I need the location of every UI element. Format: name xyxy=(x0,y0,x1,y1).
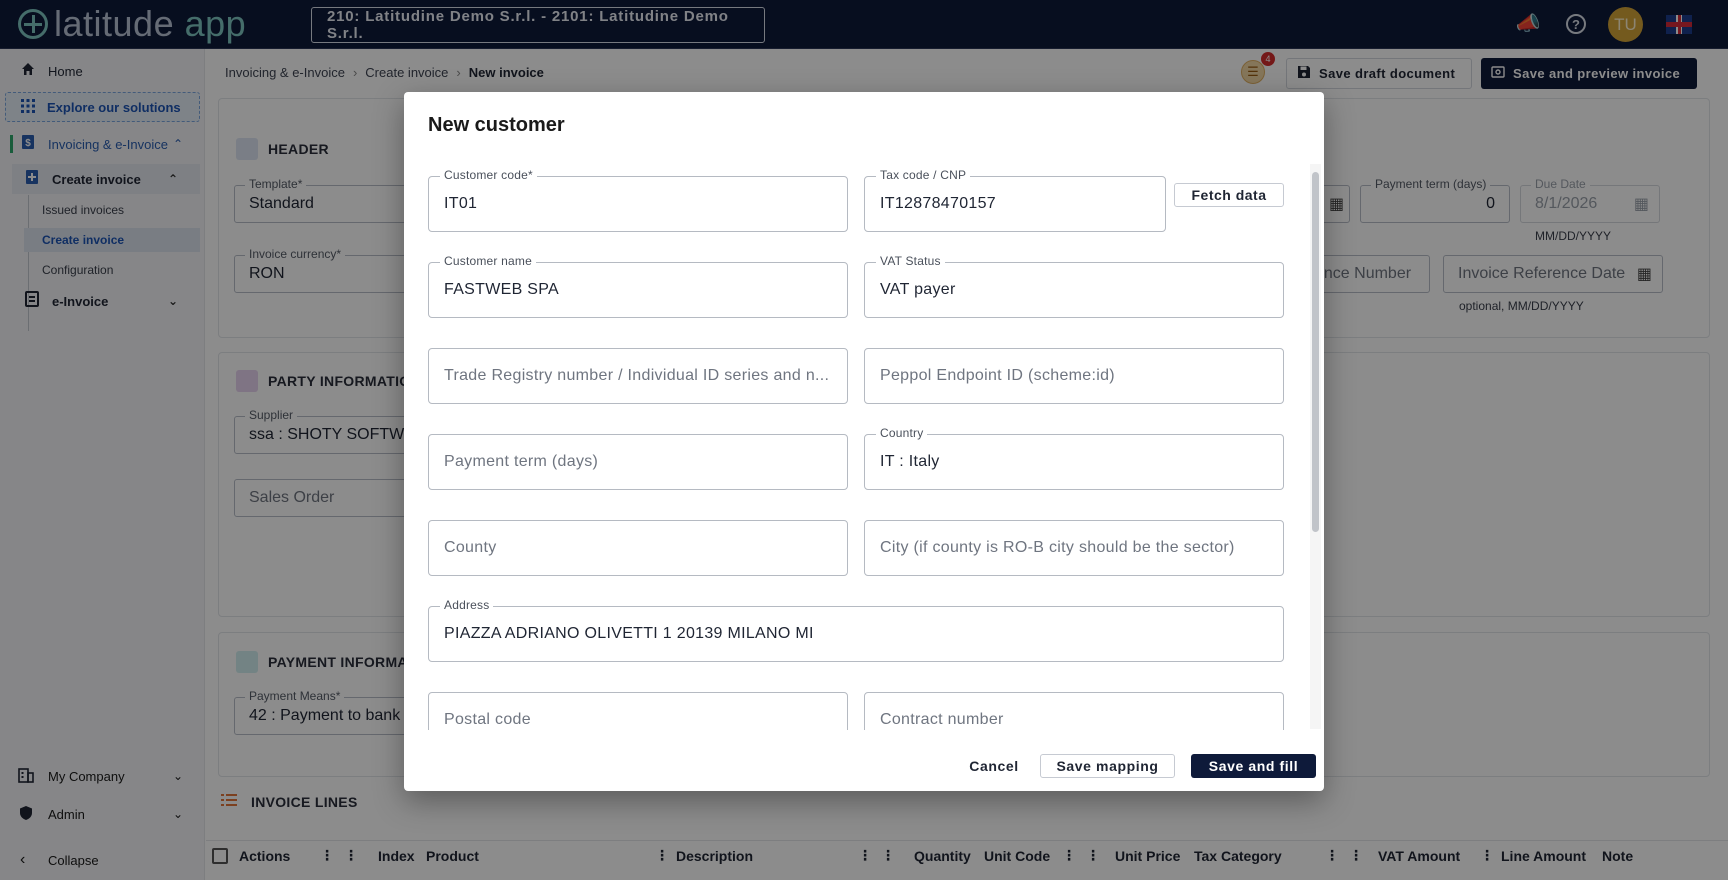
contract-number-placeholder: Contract number xyxy=(880,711,1004,728)
customer-name-value: FASTWEB SPA xyxy=(444,281,560,298)
trade-registry-field[interactable]: Trade Registry number / Individual ID se… xyxy=(428,348,848,404)
vat-status-value: VAT payer xyxy=(880,281,956,298)
peppol-endpoint-placeholder: Peppol Endpoint ID (scheme:id) xyxy=(880,367,1115,384)
customer-code-label: Customer code* xyxy=(440,168,537,182)
peppol-endpoint-field[interactable]: Peppol Endpoint ID (scheme:id) xyxy=(864,348,1284,404)
customer-code-value: IT01 xyxy=(444,195,478,212)
customer-name-field[interactable]: Customer name FASTWEB SPA xyxy=(428,254,848,318)
city-field[interactable]: City (if county is RO-B city should be t… xyxy=(864,520,1284,576)
customer-code-field[interactable]: Customer code* IT01 xyxy=(428,168,848,232)
postal-code-placeholder: Postal code xyxy=(444,711,531,728)
tax-code-label: Tax code / CNP xyxy=(876,168,971,182)
country-field[interactable]: Country IT : Italy xyxy=(864,426,1284,490)
tax-code-value: IT12878470157 xyxy=(880,195,997,212)
country-label: Country xyxy=(876,426,928,440)
county-placeholder: County xyxy=(444,539,497,556)
country-value: IT : Italy xyxy=(880,453,940,470)
dialog-form: Customer code* IT01 Tax code / CNP IT128… xyxy=(404,162,1324,730)
dialog-actions: Cancel Save mapping Save and fill xyxy=(404,752,1324,782)
save-and-fill-button[interactable]: Save and fill xyxy=(1191,754,1316,778)
cancel-button[interactable]: Cancel xyxy=(959,754,1029,778)
city-placeholder: City (if county is RO-B city should be t… xyxy=(880,539,1235,556)
address-field[interactable]: Address PIAZZA ADRIANO OLIVETTI 1 20139 … xyxy=(428,598,1284,662)
customer-name-label: Customer name xyxy=(440,254,536,268)
dialog-title: New customer xyxy=(428,114,565,136)
trade-registry-placeholder: Trade Registry number / Individual ID se… xyxy=(444,367,830,384)
address-value: PIAZZA ADRIANO OLIVETTI 1 20139 MILANO M… xyxy=(444,625,814,642)
address-label: Address xyxy=(440,598,494,612)
new-customer-dialog: New customer Customer code* IT01 Tax cod… xyxy=(404,92,1324,791)
payment-term-field[interactable]: Payment term (days) xyxy=(428,434,848,490)
postal-code-field[interactable]: Postal code xyxy=(428,692,848,730)
contract-number-field[interactable]: Contract number xyxy=(864,692,1284,730)
fetch-data-button[interactable]: Fetch data xyxy=(1174,183,1284,207)
tax-code-field[interactable]: Tax code / CNP IT12878470157 xyxy=(864,168,1166,232)
vat-status-label: VAT Status xyxy=(876,254,945,268)
payment-term-placeholder: Payment term (days) xyxy=(444,453,599,470)
vat-status-field[interactable]: VAT Status VAT payer xyxy=(864,254,1284,318)
save-mapping-button[interactable]: Save mapping xyxy=(1040,754,1175,778)
county-field[interactable]: County xyxy=(428,520,848,576)
